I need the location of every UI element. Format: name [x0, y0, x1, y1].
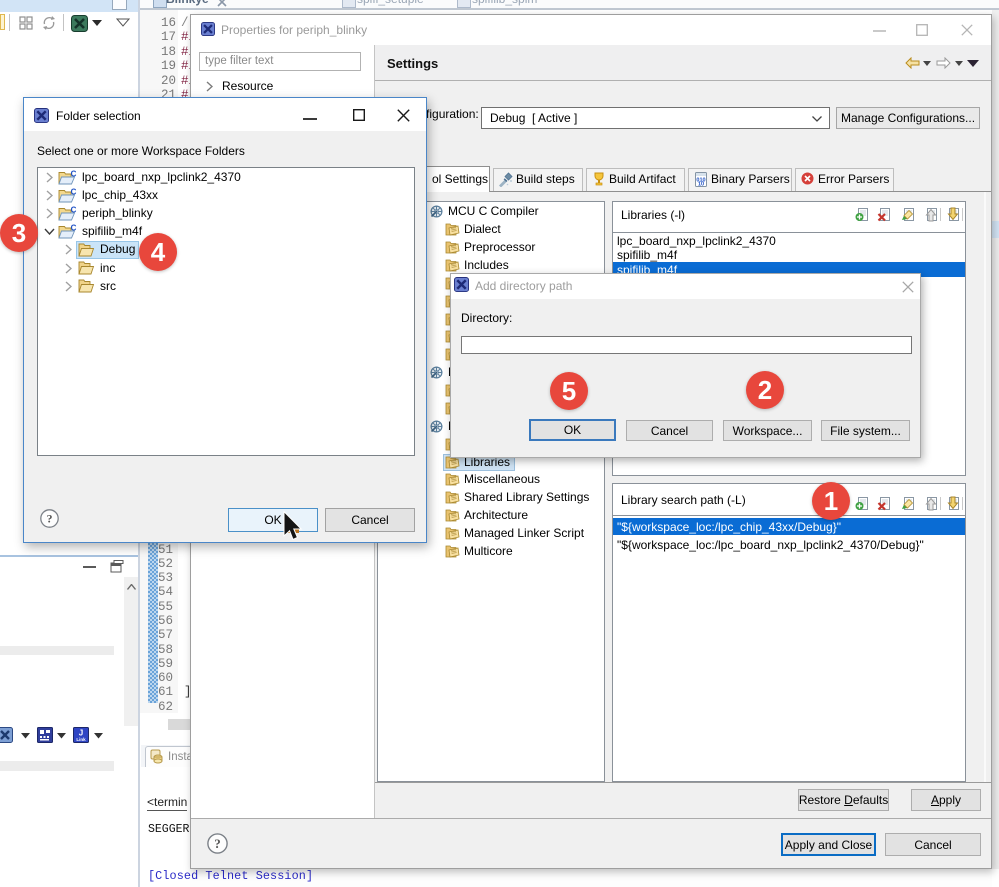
svg-text:C: C [71, 170, 77, 179]
svg-text:C: C [71, 188, 77, 197]
svg-text:10: 10 [698, 182, 704, 188]
svg-text:?: ? [214, 836, 221, 851]
svg-text:C: C [71, 224, 77, 233]
svg-text:Link: Link [76, 737, 86, 742]
svg-text:?: ? [47, 513, 53, 526]
svg-text:C: C [71, 206, 77, 215]
